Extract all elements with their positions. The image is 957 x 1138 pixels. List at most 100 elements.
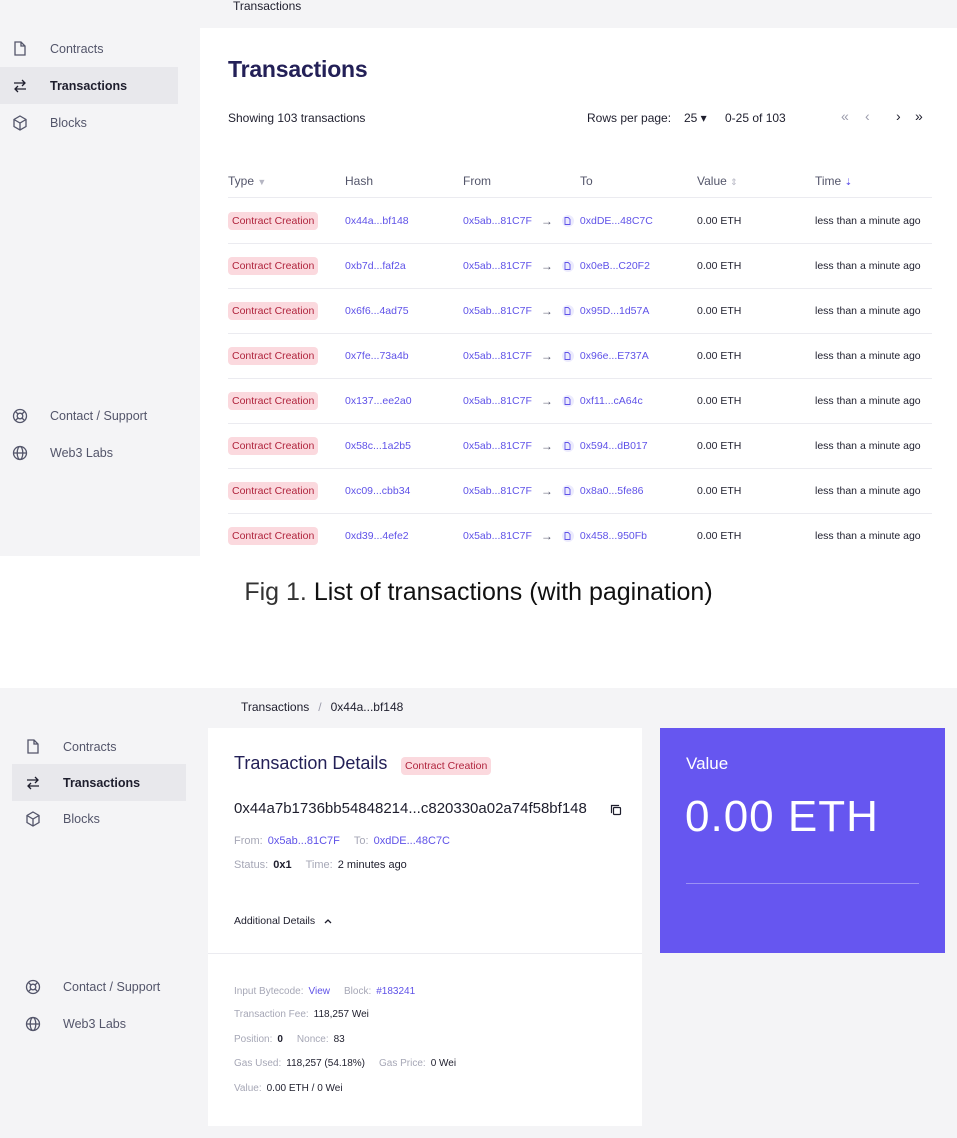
column-header-type[interactable]: Type ▼ xyxy=(228,174,266,188)
from-address-link[interactable]: 0x5ab...81C7F xyxy=(463,485,532,497)
globe-icon xyxy=(24,1015,42,1033)
block-label: Block: xyxy=(344,986,372,997)
to-address-link[interactable]: 0x96e...E737A xyxy=(580,350,649,362)
swap-arrows-icon xyxy=(24,774,42,792)
table-row[interactable]: Contract Creation 0xb7d...faf2a 0x5ab...81… xyxy=(228,243,932,289)
value-card-divider xyxy=(686,883,919,884)
from-address-link[interactable]: 0x5ab...81C7F xyxy=(463,395,532,407)
contract-icon xyxy=(561,349,574,362)
to-address-link[interactable]: 0x458...950Fb xyxy=(580,530,647,542)
hash-link[interactable]: 0x7fe...73a4b xyxy=(345,333,409,378)
cube-icon xyxy=(24,810,42,828)
column-header-value[interactable]: Value ⇕ xyxy=(697,174,738,188)
gas-row: Gas Used: 118,257 (54.18%) Gas Price: 0 Wei xyxy=(234,1058,456,1069)
fee-label: Transaction Fee: xyxy=(234,1009,309,1020)
to-address-link[interactable]: 0x594...dB017 xyxy=(580,440,648,452)
sidebar-item-blocks[interactable]: Blocks xyxy=(12,800,186,837)
sidebar-item-transactions[interactable]: Transactions xyxy=(12,764,186,801)
time-value: 2 minutes ago xyxy=(337,859,407,871)
status-badge: Contract Creation xyxy=(401,757,492,775)
transactions-list-screen: Transactions Contracts Transactions Bloc… xyxy=(0,0,957,556)
breadcrumb-parent[interactable]: Transactions xyxy=(241,700,309,714)
details-title: Transaction Details xyxy=(234,753,388,773)
transaction-details-card: Transaction Details Contract Creation 0x… xyxy=(208,728,642,1126)
sidebar-item-label: Contracts xyxy=(50,41,104,56)
to-address-link[interactable]: 0xdDE...48C7C xyxy=(580,215,653,227)
copy-icon[interactable] xyxy=(610,803,622,821)
sidebar-item-transactions[interactable]: Transactions xyxy=(0,67,178,104)
value-cell: 0.00 ETH xyxy=(697,439,742,452)
table-row[interactable]: Contract Creation 0xc09...cbb34 0x5ab...81… xyxy=(228,468,932,514)
sidebar-item-label: Contact / Support xyxy=(63,979,161,994)
sidebar-item-contact-support[interactable]: Contact / Support xyxy=(0,397,178,434)
hash-link[interactable]: 0xd39...4efe2 xyxy=(345,513,409,556)
table-row[interactable]: Contract Creation 0xd39...4efe2 0x5ab...81… xyxy=(228,513,932,556)
gas-price-label: Gas Price: xyxy=(379,1058,426,1069)
hash-link[interactable]: 0x6f6...4ad75 xyxy=(345,288,409,333)
breadcrumb-current: 0x44a...bf148 xyxy=(330,700,404,714)
prev-page-button[interactable]: ‹ xyxy=(865,108,870,124)
file-icon xyxy=(11,40,29,58)
sidebar-item-contracts[interactable]: Contracts xyxy=(0,30,178,67)
arrow-right-icon: → xyxy=(540,303,553,318)
sidebar-item-label: Contracts xyxy=(63,739,117,754)
type-badge: Contract Creation xyxy=(228,301,319,320)
from-address-link[interactable]: 0x5ab...81C7F xyxy=(463,440,532,452)
sidebar-item-contracts[interactable]: Contracts xyxy=(12,728,186,765)
value-cell: 0.00 ETH xyxy=(697,394,742,407)
gas-price-value: 0 Wei xyxy=(430,1058,457,1069)
sidebar-item-blocks[interactable]: Blocks xyxy=(0,104,178,141)
hash-link[interactable]: 0xb7d...faf2a xyxy=(345,243,406,288)
page-title: Transactions xyxy=(228,56,368,82)
to-label: To: xyxy=(353,835,369,847)
transaction-hash: 0x44a7b1736bb54848214...c820330a02a74f58… xyxy=(234,800,587,817)
column-header-label: Type xyxy=(228,174,255,188)
sidebar-item-label: Web3 Labs xyxy=(50,445,114,460)
from-address-link[interactable]: 0x5ab...81C7F xyxy=(463,305,532,317)
from-address-link[interactable]: 0x5ab...81C7F xyxy=(463,350,532,362)
sidebar-item-contact-support[interactable]: Contact / Support xyxy=(12,968,186,1005)
from-address-link[interactable]: 0x5ab...81C7F xyxy=(463,530,532,542)
contract-icon xyxy=(561,529,574,542)
rows-per-page-select[interactable]: 25 ▾ xyxy=(684,111,707,125)
table-row[interactable]: Contract Creation 0x7fe...73a4b 0x5ab...81… xyxy=(228,333,932,379)
to-address-link[interactable]: 0xdDE...48C7C xyxy=(374,835,450,847)
sidebar-item-web3labs[interactable]: Web3 Labs xyxy=(0,434,178,471)
hash-link[interactable]: 0x137...ee2a0 xyxy=(345,378,412,423)
hash-link[interactable]: 0xc09...cbb34 xyxy=(345,468,410,513)
breadcrumb[interactable]: Transactions xyxy=(233,0,301,13)
type-badge: Contract Creation xyxy=(228,391,319,410)
view-bytecode-link[interactable]: View xyxy=(309,986,331,997)
table-row[interactable]: Contract Creation 0x44a...bf148 0x5ab...81… xyxy=(228,198,932,244)
nonce-label: Nonce: xyxy=(296,1034,329,1045)
figure-caption-1: Fig 1. List of transactions (with pagina… xyxy=(0,578,957,607)
time-cell: less than a minute ago xyxy=(815,439,921,452)
hash-link[interactable]: 0x58c...1a2b5 xyxy=(345,423,411,468)
column-header-time[interactable]: Time ⇣ xyxy=(815,174,852,188)
to-address-link[interactable]: 0xf11...cA64c xyxy=(580,395,643,407)
from-address-link[interactable]: 0x5ab...81C7F xyxy=(268,835,340,847)
table-row[interactable]: Contract Creation 0x137...ee2a0 0x5ab...81… xyxy=(228,378,932,424)
to-address-link[interactable]: 0x0eB...C20F2 xyxy=(580,260,650,272)
arrow-right-icon: → xyxy=(540,348,553,363)
column-header-hash: Hash xyxy=(345,174,374,188)
table-row[interactable]: Contract Creation 0x6f6...4ad75 0x5ab...81… xyxy=(228,288,932,334)
last-page-button[interactable]: » xyxy=(915,108,923,124)
table-row[interactable]: Contract Creation 0x58c...1a2b5 0x5ab...81… xyxy=(228,423,932,469)
to-address-link[interactable]: 0x95D...1d57A xyxy=(580,305,649,317)
column-header-label: Time xyxy=(815,174,842,188)
from-address-link[interactable]: 0x5ab...81C7F xyxy=(463,215,532,227)
next-page-button[interactable]: › xyxy=(896,108,901,124)
first-page-button[interactable]: « xyxy=(841,108,849,124)
block-link[interactable]: #183241 xyxy=(376,986,415,997)
transaction-count: Showing 103 transactions xyxy=(228,111,366,125)
caption-prefix: Fig 1. xyxy=(244,578,307,606)
additional-details-toggle[interactable]: Additional Details xyxy=(234,915,332,927)
input-bytecode-label: Input Bytecode: xyxy=(234,986,304,997)
value-card: Value 0.00 ETH xyxy=(660,728,945,953)
from-address-link[interactable]: 0x5ab...81C7F xyxy=(463,260,532,272)
to-address-link[interactable]: 0x8a0...5fe86 xyxy=(580,485,644,497)
sidebar-item-web3labs[interactable]: Web3 Labs xyxy=(12,1005,186,1042)
value-cell: 0.00 ETH xyxy=(697,214,742,227)
hash-link[interactable]: 0x44a...bf148 xyxy=(345,198,409,243)
